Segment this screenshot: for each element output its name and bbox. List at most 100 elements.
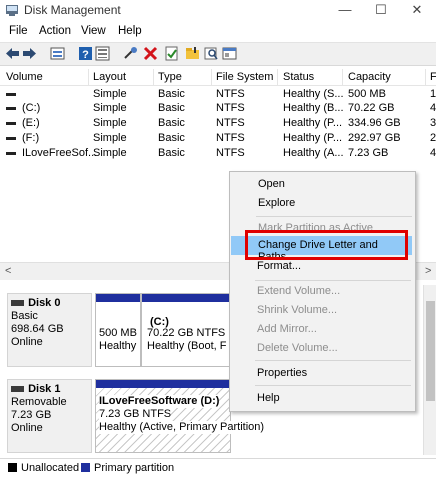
column-divider[interactable]	[88, 69, 89, 85]
disk-0-label: Disk 0	[11, 297, 91, 310]
volume-list-header: Volume Layout Type File System Status Ca…	[0, 69, 436, 86]
column-divider[interactable]	[211, 69, 212, 85]
forward-icon[interactable]	[22, 46, 37, 61]
toolbar: ?	[0, 42, 436, 66]
volume-icon	[6, 107, 16, 110]
close-button[interactable]: ✕	[402, 1, 432, 19]
disk-0-type: Basic	[11, 310, 38, 322]
scroll-left-arrow[interactable]: <	[5, 265, 11, 277]
menu-file[interactable]: File	[9, 25, 28, 37]
red-highlight-box	[245, 230, 408, 260]
properties-check-icon[interactable]	[164, 46, 179, 61]
delete-icon[interactable]	[143, 46, 158, 61]
scroll-right-arrow[interactable]: >	[425, 265, 431, 277]
scrollbar-thumb[interactable]	[426, 301, 435, 401]
cell-type: Basic	[158, 102, 185, 114]
cell-capacity: 292.97 GB	[348, 132, 401, 144]
maximize-button[interactable]: ☐	[366, 1, 396, 19]
disk-1-state: Online	[11, 422, 43, 434]
legend-primary: Primary partition	[94, 462, 175, 474]
disk-icon	[11, 386, 24, 393]
column-free-space[interactable]: F	[430, 71, 436, 83]
column-divider[interactable]	[277, 69, 278, 85]
volume-icon	[6, 152, 16, 155]
volume-icon	[6, 137, 16, 140]
menu-item-extend[interactable]: Extend Volume...	[229, 282, 414, 301]
partition-bar	[142, 294, 230, 302]
cell-file-system: NTFS	[216, 88, 245, 100]
menu-separator	[255, 385, 411, 386]
partition-d-selected[interactable]: ILoveFreeSoftware (D:) 7.23 GB NTFS Heal…	[95, 379, 265, 453]
disk-1-type: Removable	[11, 396, 67, 408]
svg-text:?: ?	[82, 49, 89, 61]
menu-item-delete[interactable]: Delete Volume...	[229, 339, 414, 358]
table-row[interactable]: (C:) Simple Basic NTFS Healthy (B... 70.…	[0, 101, 436, 116]
menu-view[interactable]: View	[81, 25, 106, 37]
menu-item-add-mirror[interactable]: Add Mirror...	[229, 320, 414, 339]
menu-item-help[interactable]: Help	[229, 389, 414, 408]
cell-status: Healthy (A...	[283, 147, 344, 159]
column-divider[interactable]	[425, 69, 426, 85]
column-status[interactable]: Status	[283, 71, 314, 83]
partition-c[interactable]: (C:) 70.22 GB NTFS Healthy (Boot, F	[141, 293, 231, 367]
menu-bar: File Action View Help	[0, 23, 436, 41]
table-row[interactable]: ILoveFreeSof... Simple Basic NTFS Health…	[0, 146, 436, 161]
column-divider[interactable]	[342, 69, 343, 85]
partition-size: 500 MB	[99, 327, 137, 339]
volume-icon	[6, 122, 16, 125]
column-file-system[interactable]: File System	[216, 71, 273, 83]
partition-size: 7.23 GB NTFS	[99, 408, 172, 421]
disk-management-app-icon	[6, 5, 18, 16]
connect-icon[interactable]	[123, 46, 138, 61]
list-icon[interactable]	[95, 46, 110, 61]
column-divider[interactable]	[153, 69, 154, 85]
minimize-button[interactable]: —	[330, 1, 360, 19]
disk-1-label: Disk 1	[11, 383, 91, 396]
menu-help[interactable]: Help	[118, 25, 142, 37]
menu-item-properties[interactable]: Properties	[229, 364, 414, 383]
vertical-scrollbar[interactable]	[423, 285, 436, 455]
column-layout[interactable]: Layout	[93, 71, 126, 83]
partition-system-reserved[interactable]: 500 MB Healthy	[95, 293, 141, 367]
menu-action[interactable]: Action	[39, 25, 71, 37]
cell-file-system: NTFS	[216, 102, 245, 114]
disk-0-info[interactable]: Disk 0 Basic 698.64 GB Online	[7, 293, 92, 367]
help-icon[interactable]: ?	[78, 46, 93, 61]
cell-free-space: 1	[430, 88, 436, 100]
console-icon[interactable]	[222, 46, 237, 61]
cell-type: Basic	[158, 132, 185, 144]
menu-separator	[256, 216, 412, 217]
menu-item-open[interactable]: Open	[230, 175, 415, 194]
menu-item-explore[interactable]: Explore	[230, 194, 415, 213]
table-row[interactable]: (F:) Simple Basic NTFS Healthy (P... 292…	[0, 131, 436, 146]
partition-size: 70.22 GB NTFS	[147, 327, 226, 339]
column-volume[interactable]: Volume	[6, 71, 43, 83]
search-icon[interactable]	[204, 46, 219, 61]
cell-capacity: 7.23 GB	[348, 147, 389, 159]
column-type[interactable]: Type	[158, 71, 182, 83]
legend-unallocated: Unallocated	[21, 462, 80, 474]
partition-bar	[96, 380, 230, 388]
disk-0-state: Online	[11, 336, 43, 348]
disk-list-icon[interactable]	[50, 46, 65, 61]
menu-item-format[interactable]: Format...	[229, 257, 414, 276]
legend: Unallocated Primary partition	[0, 458, 436, 477]
folder-icon[interactable]	[185, 46, 200, 61]
cell-layout: Simple	[93, 132, 127, 144]
cell-capacity: 70.22 GB	[348, 102, 395, 114]
table-row[interactable]: Simple Basic NTFS Healthy (S... 500 MB 1	[0, 87, 436, 102]
primary-swatch	[81, 463, 90, 472]
cell-free-space: 3	[430, 117, 436, 129]
column-capacity[interactable]: Capacity	[348, 71, 391, 83]
cell-volume: (C:)	[22, 102, 41, 114]
disk-1-info[interactable]: Disk 1 Removable 7.23 GB Online	[7, 379, 92, 453]
cell-free-space: 4	[430, 147, 436, 159]
table-row[interactable]: (E:) Simple Basic NTFS Healthy (P... 334…	[0, 116, 436, 131]
cell-layout: Simple	[93, 117, 127, 129]
volume-icon	[6, 93, 16, 96]
disk-1-size: 7.23 GB	[11, 409, 52, 421]
cell-type: Basic	[158, 117, 185, 129]
menu-item-shrink[interactable]: Shrink Volume...	[229, 301, 414, 320]
partition-status: Healthy (Boot, F	[147, 340, 227, 352]
back-icon[interactable]	[5, 46, 20, 61]
